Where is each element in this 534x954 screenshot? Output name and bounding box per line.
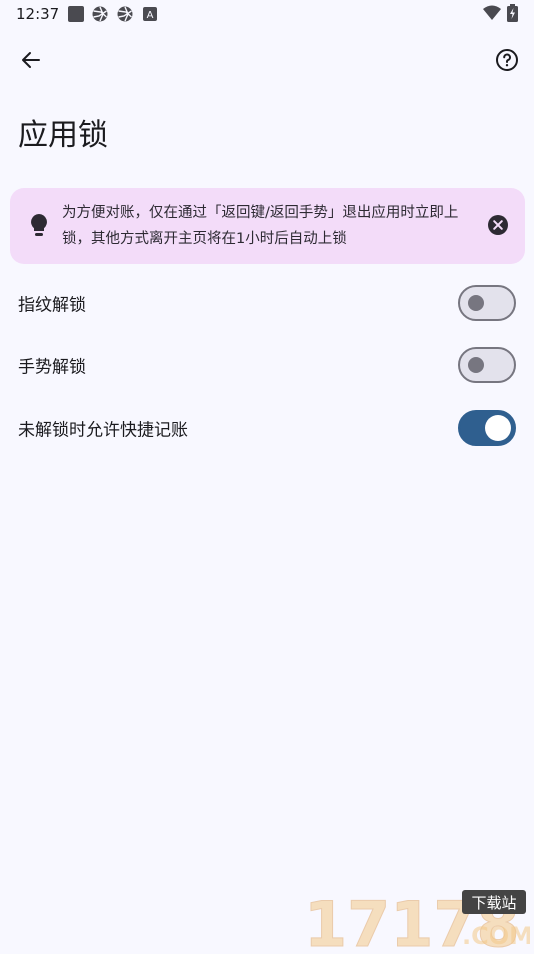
page-title: 应用锁 — [18, 118, 108, 153]
switch-knob — [468, 357, 484, 373]
wifi-icon — [483, 5, 501, 24]
switch-knob — [468, 295, 484, 311]
tip-banner: 为方便对账，仅在通过「返回键/返回手势」退出应用时立即上锁，其他方式离开主页将在… — [10, 188, 525, 264]
aperture-icon — [117, 6, 133, 26]
gesture-unlock-switch[interactable] — [458, 347, 516, 383]
status-time: 12:37 — [16, 5, 60, 23]
setting-row-quick-bookkeeping[interactable]: 未解锁时允许快捷记账 — [0, 397, 534, 459]
square-notification-icon — [68, 6, 84, 26]
a-letter-icon: A — [143, 6, 157, 25]
fingerprint-unlock-switch[interactable] — [458, 285, 516, 321]
quick-bookkeeping-switch[interactable] — [458, 410, 516, 446]
status-bar: 12:37 A — [0, 0, 534, 28]
setting-label: 未解锁时允许快捷记账 — [18, 420, 188, 441]
lightbulb-icon — [30, 213, 48, 241]
help-circle-icon — [495, 48, 519, 76]
arrow-left-icon — [19, 48, 43, 76]
watermark-logo: 17178 下载站 .COM — [302, 888, 534, 954]
tip-text: 为方便对账，仅在通过「返回键/返回手势」退出应用时立即上锁，其他方式离开主页将在… — [62, 205, 459, 247]
a-letter-icon-text: A — [147, 10, 154, 21]
battery-charging-icon — [507, 4, 518, 26]
switch-knob — [485, 415, 511, 441]
aperture-icon — [92, 6, 108, 26]
setting-row-fingerprint-unlock[interactable]: 指纹解锁 — [0, 272, 534, 334]
back-button[interactable] — [11, 42, 51, 82]
help-button[interactable] — [487, 42, 527, 82]
watermark-badge: 下载站 — [471, 894, 516, 912]
close-circle-icon[interactable] — [488, 215, 508, 239]
setting-row-gesture-unlock[interactable]: 手势解锁 — [0, 334, 534, 396]
setting-label: 手势解锁 — [18, 357, 86, 378]
setting-label: 指纹解锁 — [18, 295, 86, 316]
watermark-suffix: .COM — [462, 922, 530, 950]
